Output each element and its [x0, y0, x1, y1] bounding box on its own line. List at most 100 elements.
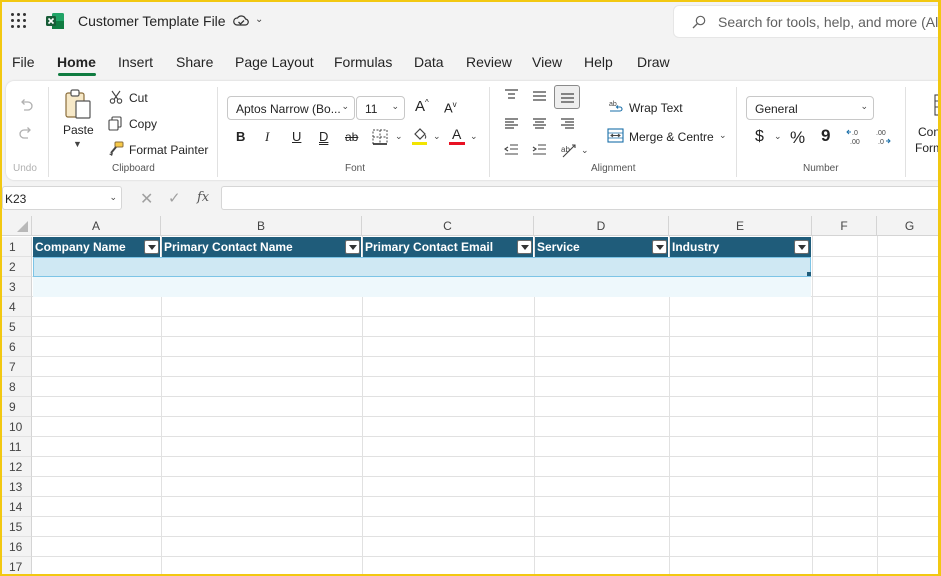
fill-color-chevron-down-icon[interactable]: ⌄ — [433, 131, 441, 142]
filter-dropdown-icon[interactable] — [517, 240, 532, 254]
comma-style-button[interactable]: 9 — [821, 126, 830, 146]
align-middle-icon[interactable] — [532, 91, 547, 103]
tab-review[interactable]: Review — [466, 54, 512, 70]
enter-formula-icon[interactable]: ✓ — [168, 189, 181, 207]
cut-button[interactable]: Cut — [129, 91, 148, 105]
tab-page-layout[interactable]: Page Layout — [235, 54, 314, 70]
formula-input[interactable] — [221, 186, 938, 210]
row-header[interactable]: 2 — [2, 257, 32, 277]
conditional-formatting-icon[interactable] — [933, 93, 941, 117]
insert-function-icon[interactable]: fx — [197, 190, 209, 205]
orientation-icon[interactable]: ab — [560, 142, 578, 158]
currency-chevron-down-icon[interactable]: ⌄ — [774, 131, 782, 142]
align-right-icon[interactable] — [560, 118, 575, 130]
table-row[interactable] — [33, 257, 811, 277]
font-name-dropdown[interactable]: Aptos Narrow (Bo... ⌄ — [227, 96, 355, 120]
double-underline-button[interactable]: D — [319, 129, 328, 144]
tab-file[interactable]: File — [12, 54, 35, 70]
format-painter-button[interactable]: Format Painter — [129, 143, 208, 157]
align-bottom-button[interactable] — [554, 85, 580, 109]
undo-icon[interactable] — [18, 97, 34, 113]
paste-icon[interactable] — [63, 88, 93, 120]
merge-centre-button[interactable]: Merge & Centre — [629, 130, 714, 144]
wrap-text-button[interactable]: Wrap Text — [629, 101, 683, 115]
strikethrough-button[interactable]: ab — [345, 130, 358, 144]
spreadsheet-grid[interactable]: A B C D E F G 1 2 3 4 5 6 7 8 9 10 11 12… — [2, 216, 938, 574]
paste-chevron-down-icon[interactable]: ▼ — [73, 139, 82, 149]
italic-button[interactable]: I — [265, 129, 269, 145]
number-format-dropdown[interactable]: General ⌄ — [746, 96, 874, 120]
align-left-icon[interactable] — [504, 118, 519, 130]
percent-button[interactable]: % — [790, 128, 805, 148]
column-header-e[interactable]: E — [669, 216, 812, 236]
tab-share[interactable]: Share — [176, 54, 213, 70]
font-size-dropdown[interactable]: 11 ⌄ — [356, 96, 405, 120]
conditional-formatting-label-1[interactable]: Con — [918, 125, 938, 139]
decrease-decimal-icon[interactable]: .00 .0 — [873, 127, 891, 145]
row-header[interactable]: 1 — [2, 237, 32, 257]
row-header[interactable]: 10 — [2, 417, 32, 437]
table-header-cell[interactable]: Company Name — [33, 237, 161, 257]
decrease-indent-icon[interactable] — [504, 144, 519, 156]
grow-font-button[interactable]: A^ — [415, 98, 429, 115]
app-launcher-icon[interactable] — [11, 13, 27, 29]
select-all-corner[interactable] — [2, 216, 32, 236]
redo-icon[interactable] — [18, 125, 34, 141]
table-header-cell[interactable]: Primary Contact Name — [162, 237, 362, 257]
merge-chevron-down-icon[interactable]: ⌄ — [719, 130, 727, 141]
borders-icon[interactable] — [372, 129, 388, 145]
row-header[interactable]: 6 — [2, 337, 32, 357]
shrink-font-button[interactable]: Av — [444, 100, 457, 115]
borders-chevron-down-icon[interactable]: ⌄ — [395, 131, 403, 142]
tab-view[interactable]: View — [532, 54, 562, 70]
tab-data[interactable]: Data — [414, 54, 444, 70]
currency-button[interactable]: $ — [755, 128, 764, 146]
table-header-cell[interactable]: Industry — [670, 237, 812, 257]
filter-dropdown-icon[interactable] — [794, 240, 809, 254]
row-header[interactable]: 9 — [2, 397, 32, 417]
tab-insert[interactable]: Insert — [118, 54, 153, 70]
font-color-icon[interactable]: A — [449, 126, 466, 146]
increase-indent-icon[interactable] — [532, 144, 547, 156]
table-header-cell[interactable]: Service — [535, 237, 669, 257]
row-header[interactable]: 14 — [2, 497, 32, 517]
copy-button[interactable]: Copy — [129, 117, 157, 131]
tab-formulas[interactable]: Formulas — [334, 54, 392, 70]
row-header[interactable]: 12 — [2, 457, 32, 477]
tab-home[interactable]: Home — [57, 54, 96, 70]
row-header[interactable]: 16 — [2, 537, 32, 557]
row-header[interactable]: 8 — [2, 377, 32, 397]
column-header-b[interactable]: B — [161, 216, 362, 236]
align-top-icon[interactable] — [504, 89, 519, 101]
search-box[interactable]: Search for tools, help, and more (Alt — [673, 5, 938, 38]
table-resize-handle[interactable] — [807, 272, 811, 276]
conditional-formatting-label-2[interactable]: Form — [915, 141, 938, 155]
row-header[interactable]: 15 — [2, 517, 32, 537]
fill-color-icon[interactable] — [411, 126, 428, 146]
row-header[interactable]: 4 — [2, 297, 32, 317]
bold-button[interactable]: B — [236, 129, 245, 144]
column-header-f[interactable]: F — [812, 216, 877, 236]
column-header-c[interactable]: C — [362, 216, 534, 236]
table-row[interactable] — [33, 277, 811, 297]
column-header-g[interactable]: G — [877, 216, 938, 236]
column-header-a[interactable]: A — [32, 216, 161, 236]
align-center-icon[interactable] — [532, 118, 547, 130]
column-header-d[interactable]: D — [534, 216, 669, 236]
row-header[interactable]: 13 — [2, 477, 32, 497]
filter-dropdown-icon[interactable] — [345, 240, 360, 254]
row-header[interactable]: 3 — [2, 277, 32, 297]
row-header[interactable]: 7 — [2, 357, 32, 377]
title-chevron-down-icon[interactable]: ⌄ — [255, 14, 263, 25]
cancel-formula-icon[interactable]: ✕ — [140, 189, 153, 209]
row-header[interactable]: 17 — [2, 557, 32, 574]
orientation-chevron-down-icon[interactable]: ⌄ — [581, 145, 589, 156]
increase-decimal-icon[interactable]: .0 .00 — [846, 127, 864, 145]
row-header[interactable]: 5 — [2, 317, 32, 337]
filter-dropdown-icon[interactable] — [144, 240, 159, 254]
document-title[interactable]: Customer Template File — [78, 13, 226, 29]
underline-button[interactable]: U — [292, 129, 301, 144]
paste-button[interactable]: Paste — [63, 123, 94, 137]
name-box[interactable]: K23 ⌄ — [2, 186, 122, 210]
row-header[interactable]: 11 — [2, 437, 32, 457]
